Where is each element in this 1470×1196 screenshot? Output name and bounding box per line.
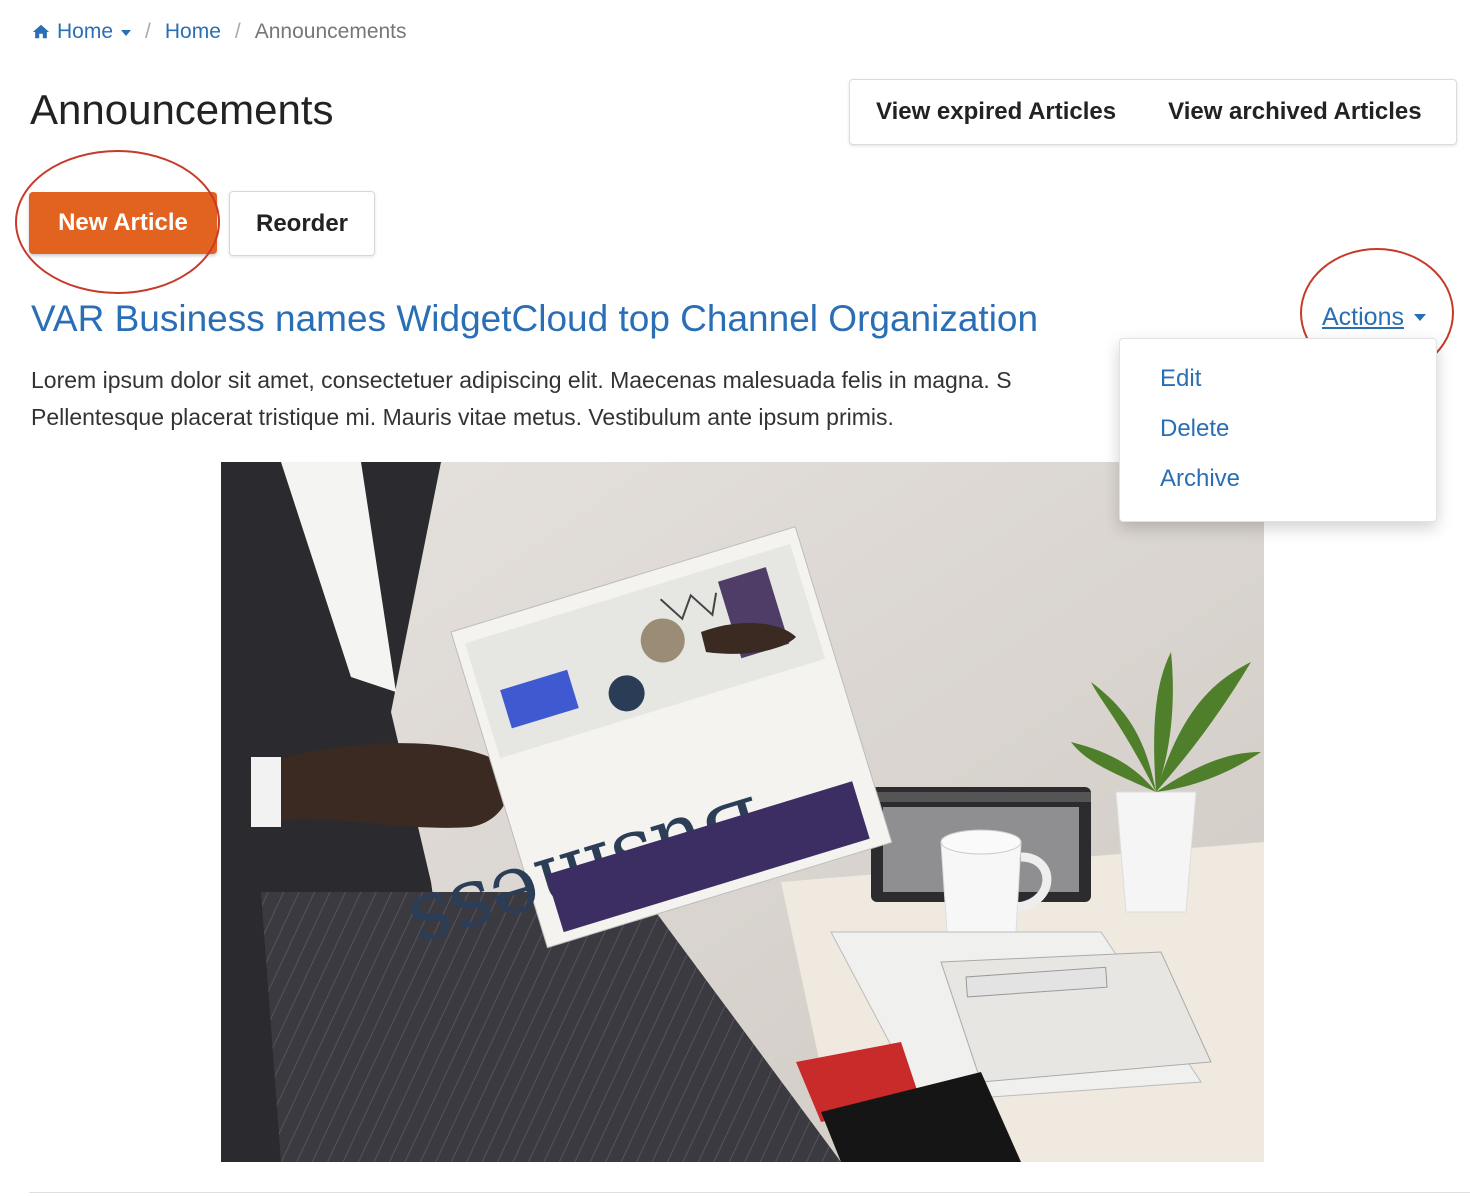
menu-item-edit[interactable]: Edit (1120, 354, 1436, 404)
breadcrumb-home-menu[interactable]: Home (57, 20, 113, 44)
article-title-link[interactable]: VAR Business names WidgetCloud top Chann… (31, 298, 1038, 340)
actions-label: Actions (1322, 303, 1404, 331)
reorder-button[interactable]: Reorder (229, 191, 375, 256)
page-title: Announcements (30, 86, 334, 133)
new-article-button[interactable]: New Article (29, 192, 217, 254)
actions-dropdown-menu: Edit Delete Archive (1119, 338, 1437, 522)
caret-down-icon[interactable] (121, 30, 132, 36)
breadcrumb-separator: / (234, 20, 241, 43)
breadcrumb-separator: / (145, 20, 151, 43)
breadcrumb-current: Announcements (254, 20, 407, 43)
caret-down-icon (1413, 314, 1426, 321)
article-body-line: Pellentesque placerat tristique mi. Maur… (31, 404, 894, 430)
article-body: Lorem ipsum dolor sit amet, consectetuer… (31, 362, 1131, 436)
view-archived-articles-button[interactable]: View archived Articles (1142, 98, 1447, 126)
article-body-line: Lorem ipsum dolor sit amet, consectetuer… (31, 367, 1012, 393)
divider (29, 1192, 1470, 1193)
view-expired-articles-button[interactable]: View expired Articles (850, 98, 1142, 126)
breadcrumb-home-link[interactable]: Home (165, 20, 221, 44)
actions-dropdown-toggle[interactable]: Actions (1322, 303, 1426, 332)
article-image: Business (221, 462, 1264, 1162)
home-icon[interactable] (32, 23, 50, 41)
breadcrumb: Home / Home / Announcements (32, 20, 407, 44)
menu-item-archive[interactable]: Archive (1120, 454, 1436, 504)
view-articles-button-group: View expired Articles View archived Arti… (849, 79, 1457, 145)
menu-item-delete[interactable]: Delete (1120, 404, 1436, 454)
